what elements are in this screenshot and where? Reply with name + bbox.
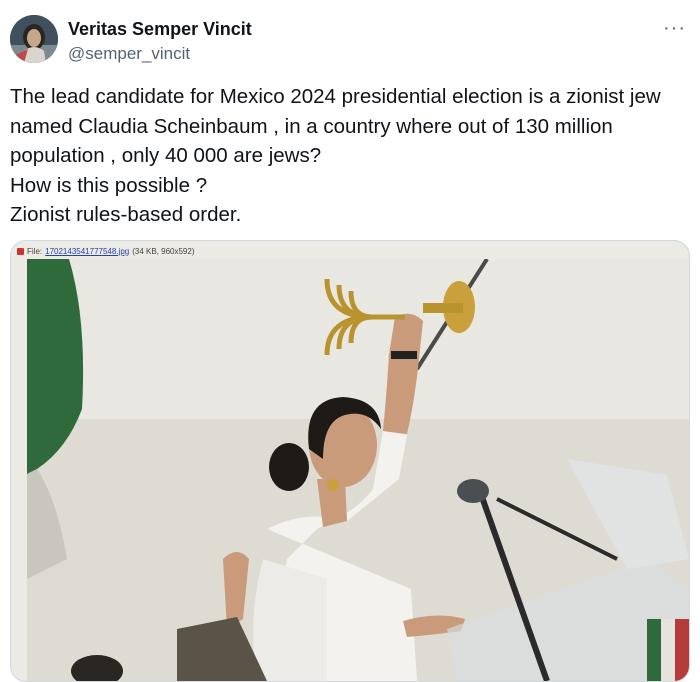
tweet-line: The lead candidate for Mexico 2024 presi… (10, 85, 661, 108)
tweet-media[interactable]: File: 1702143541777548.jpg (34 KB, 960x5… (10, 240, 690, 682)
file-header: File: 1702143541777548.jpg (34 KB, 960x5… (17, 244, 194, 258)
tweet-line: population , only 40 000 are jews? (10, 144, 322, 167)
file-icon (17, 247, 24, 255)
more-options-icon[interactable]: ··· (663, 18, 686, 38)
author-handle[interactable]: @semper_vincit (68, 44, 190, 64)
media-photo (27, 259, 689, 681)
tweet-line: Zionist rules-based order. (10, 203, 242, 226)
tweet-line: named Claudia Scheinbaum , in a country … (10, 114, 613, 138)
file-label: File: (27, 246, 43, 256)
author-display-name[interactable]: Veritas Semper Vincit (68, 19, 252, 40)
tweet-line: How is this possible ? (10, 173, 208, 197)
avatar[interactable] (10, 15, 58, 63)
tweet-text: The lead candidate for Mexico 2024 presi… (10, 82, 690, 230)
avatar-image (10, 15, 58, 63)
file-meta: (34 KB, 960x592) (132, 246, 195, 256)
file-name-link[interactable]: 1702143541777548.jpg (45, 247, 129, 256)
